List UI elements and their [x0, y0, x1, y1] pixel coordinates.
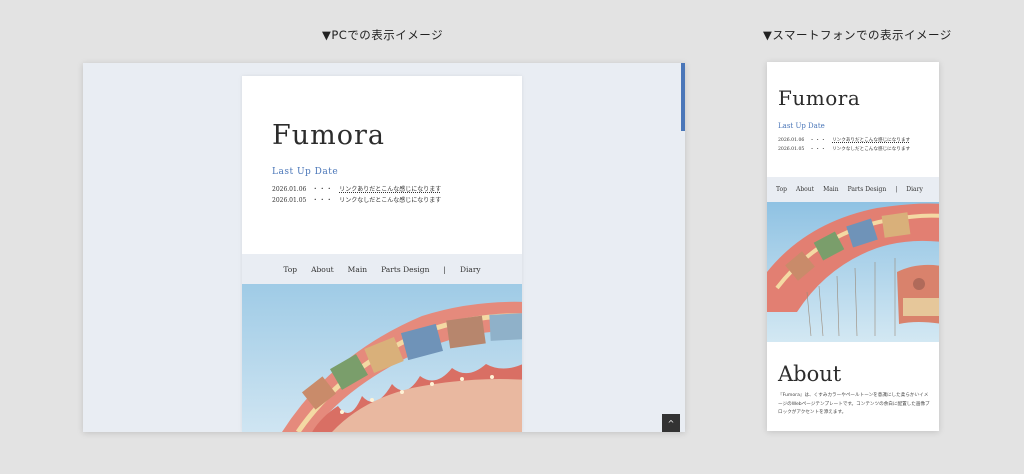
update-title: Last Up Date	[778, 122, 825, 130]
pc-preview-frame: Fumora Last Up Date 2026.01.06 ・・・ リンクあり…	[83, 63, 685, 432]
news-item: 2026.01.05 ・・・ リンクなしだとこんな感じになります	[778, 145, 910, 154]
about-description: 『Fumora』は、くすみカラーやペールトーンを意識にした柔らかいイメージのWe…	[778, 393, 930, 415]
site-header: Fumora Last Up Date 2026.01.06 ・・・ リンクあり…	[242, 76, 522, 254]
news-item: 2026.01.06 ・・・ リンクありだとこんな感じになります	[272, 184, 441, 195]
nav-item-diary[interactable]: Diary	[460, 265, 481, 274]
hero-image	[767, 202, 939, 342]
carousel-illustration	[242, 284, 522, 432]
nav-item-about[interactable]: About	[796, 186, 814, 193]
pagetop-button[interactable]: ^	[662, 414, 680, 432]
scrollbar-thumb[interactable]	[681, 63, 685, 131]
news-link[interactable]: リンクありだとこんな感じになります	[339, 186, 441, 193]
smartphone-caption: ▼スマートフォンでの表示イメージ	[763, 28, 952, 42]
news-separator: ・・・	[809, 138, 827, 143]
hero-image	[242, 284, 522, 432]
news-text: リンクなしだとこんな感じになります	[832, 147, 911, 152]
nav-item-diary[interactable]: Diary	[906, 186, 923, 193]
news-date: 2026.01.05	[778, 147, 805, 152]
chevron-up-icon: ^	[667, 418, 675, 428]
site-logo[interactable]: Fumora	[272, 120, 385, 151]
news-item: 2026.01.06 ・・・ リンクありだとこんな感じになります	[778, 136, 910, 145]
news-date: 2026.01.05	[272, 197, 307, 204]
news-separator: ・・・	[312, 197, 334, 204]
news-separator: ・・・	[809, 147, 827, 152]
site-logo[interactable]: Fumora	[778, 86, 860, 110]
update-title: Last Up Date	[272, 167, 339, 177]
global-nav: Top About Main Parts Design | Diary	[767, 177, 939, 202]
news-date: 2026.01.06	[778, 138, 805, 143]
carousel-illustration	[767, 202, 939, 342]
global-nav: Top About Main Parts Design | Diary	[242, 254, 522, 284]
pc-page: Fumora Last Up Date 2026.01.06 ・・・ リンクあり…	[242, 76, 522, 432]
news-list: 2026.01.06 ・・・ リンクありだとこんな感じになります 2026.01…	[272, 184, 441, 206]
nav-item-parts-design[interactable]: Parts Design	[848, 186, 887, 193]
nav-divider: |	[443, 264, 446, 274]
nav-item-main[interactable]: Main	[823, 186, 839, 193]
nav-divider: |	[895, 186, 898, 193]
nav-item-top[interactable]: Top	[283, 265, 297, 274]
news-text: リンクなしだとこんな感じになります	[339, 197, 442, 204]
news-separator: ・・・	[312, 186, 334, 193]
about-heading: About	[778, 362, 842, 386]
news-link[interactable]: リンクありだとこんな感じになります	[832, 138, 910, 143]
news-date: 2026.01.06	[272, 186, 307, 193]
news-item: 2026.01.05 ・・・ リンクなしだとこんな感じになります	[272, 195, 441, 206]
nav-item-main[interactable]: Main	[348, 265, 367, 274]
news-list: 2026.01.06 ・・・ リンクありだとこんな感じになります 2026.01…	[778, 136, 910, 154]
smartphone-preview-frame: Fumora Last Up Date 2026.01.06 ・・・ リンクあり…	[767, 62, 939, 431]
nav-item-about[interactable]: About	[311, 265, 334, 274]
nav-item-parts-design[interactable]: Parts Design	[381, 265, 429, 274]
pc-caption: ▼PCでの表示イメージ	[322, 28, 444, 42]
nav-item-top[interactable]: Top	[776, 186, 787, 193]
